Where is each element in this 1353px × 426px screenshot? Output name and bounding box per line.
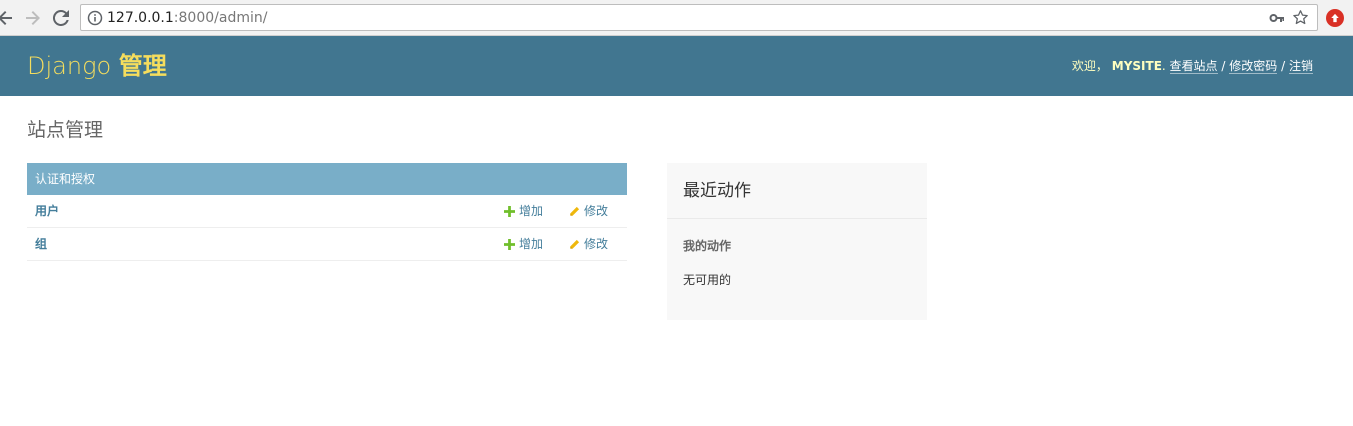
module-caption[interactable]: 认证和授权 (27, 163, 627, 195)
star-icon[interactable] (1292, 9, 1309, 26)
url-host: 127.0.0.1 (107, 10, 174, 26)
welcome-period: . (1161, 59, 1166, 73)
no-actions-text: 无可用的 (683, 273, 732, 287)
admin-header: Django 管理 欢迎， MYSITE. 查看站点 / 修改密码 / 注销 (0, 36, 1353, 96)
info-icon[interactable] (87, 10, 103, 26)
my-actions-heading: 我的动作 (683, 239, 732, 253)
model-link-groups[interactable]: 组 (35, 236, 47, 252)
user-tools: 欢迎， MYSITE. 查看站点 / 修改密码 / 注销 (1072, 58, 1313, 74)
add-user-button[interactable]: 增加 (504, 202, 543, 220)
browser-toolbar: 127.0.0.1:8000/admin/ (0, 0, 1353, 36)
logout-link[interactable]: 注销 (1288, 59, 1313, 74)
change-password-link[interactable]: 修改密码 (1229, 59, 1278, 74)
change-label: 修改 (584, 237, 609, 251)
table-row: 用户 增加 修改 (27, 195, 627, 228)
pencil-icon (570, 239, 580, 249)
reload-icon[interactable] (50, 7, 72, 29)
add-label: 增加 (519, 204, 544, 218)
add-group-button[interactable]: 增加 (504, 235, 543, 253)
url-path: :8000/admin/ (173, 10, 268, 26)
site-branding[interactable]: Django 管理 (27, 50, 167, 82)
key-icon[interactable] (1269, 10, 1285, 26)
view-site-link[interactable]: 查看站点 (1169, 59, 1218, 74)
module-caption-text: 认证和授权 (35, 172, 96, 186)
forward-arrow-icon[interactable] (22, 7, 44, 29)
recent-actions-panel: 最近动作 我的动作 无可用的 (667, 163, 927, 320)
back-arrow-icon[interactable] (0, 7, 16, 29)
auth-module: 认证和授权 用户 增加 修改 组 增加 修改 (27, 163, 627, 261)
extension-icon[interactable] (1326, 9, 1344, 27)
welcome-text: 欢迎， (1071, 59, 1108, 73)
brand-django: Django (27, 52, 112, 80)
address-bar[interactable]: 127.0.0.1:8000/admin/ (80, 4, 1318, 31)
separator: / (1281, 59, 1286, 73)
pencil-icon (570, 206, 580, 216)
url-text[interactable]: 127.0.0.1:8000/admin/ (107, 9, 267, 27)
change-user-button[interactable]: 修改 (569, 202, 608, 220)
plus-icon (504, 205, 515, 217)
separator: / (1221, 59, 1226, 73)
username: MYSITE (1111, 59, 1162, 73)
add-label: 增加 (519, 237, 544, 251)
table-row: 组 增加 修改 (27, 228, 627, 261)
brand-admin: 管理 (118, 52, 167, 80)
change-label: 修改 (584, 204, 609, 218)
recent-actions-title: 最近动作 (667, 163, 927, 219)
plus-icon (504, 238, 515, 250)
change-group-button[interactable]: 修改 (569, 235, 608, 253)
model-link-users[interactable]: 用户 (35, 203, 59, 219)
page-title: 站点管理 (27, 119, 104, 141)
